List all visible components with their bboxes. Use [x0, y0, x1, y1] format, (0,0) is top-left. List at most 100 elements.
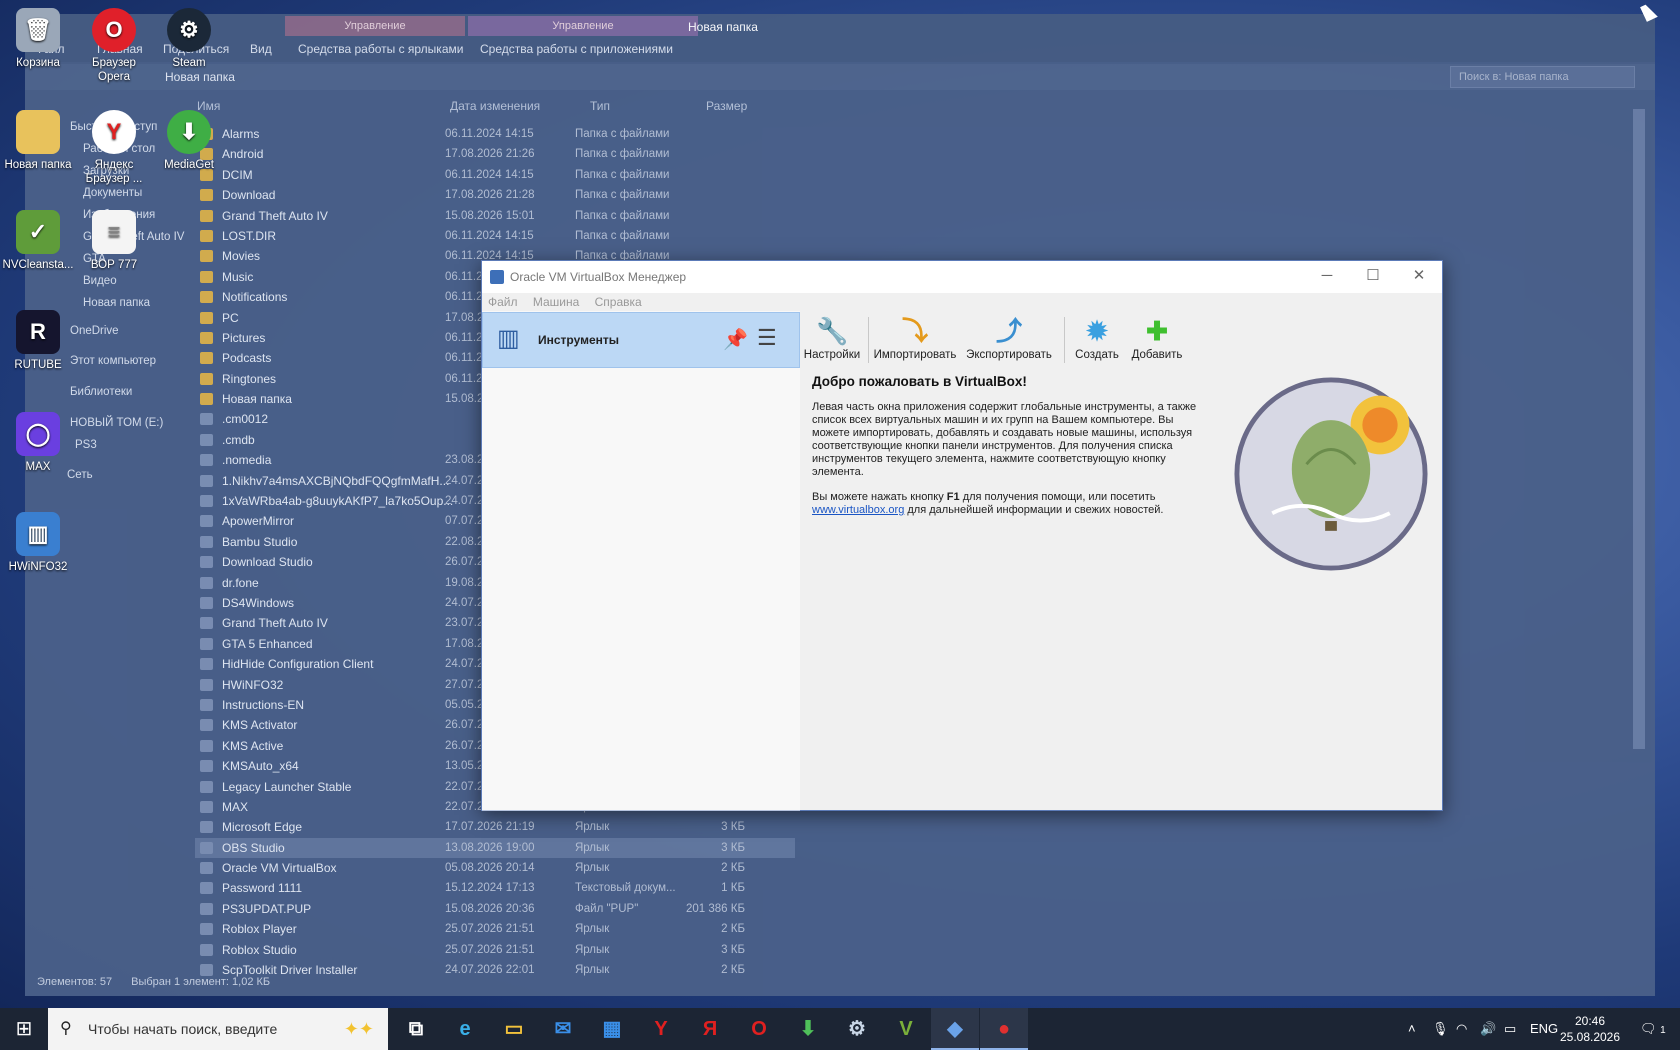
list-menu-icon[interactable]: ☰: [757, 325, 777, 351]
export-button[interactable]: ⤴ Экспортировать: [962, 311, 1056, 369]
add-button[interactable]: ✚ Добавить: [1128, 311, 1186, 369]
pin-icon[interactable]: 📌: [723, 327, 748, 352]
vbox-titlebar[interactable]: Oracle VM VirtualBox Менеджер ─ ☐ ✕: [482, 261, 1442, 293]
ribbon-tab-app-tools[interactable]: Средства работы с приложениями: [480, 42, 673, 56]
battery-icon[interactable]: ▭: [1504, 1008, 1516, 1050]
desktop-icon-new-folder[interactable]: Новая папка: [0, 110, 76, 172]
desktop-icon-mediaget[interactable]: ⬇ MediaGet: [151, 110, 227, 172]
network-icon[interactable]: ◠: [1456, 1008, 1467, 1050]
nav-drive-e[interactable]: НОВЫЙ ТОМ (E:): [70, 414, 163, 432]
file-row[interactable]: Roblox Studio 25.07.2026 21:51 Ярлык 3 КБ: [195, 940, 795, 960]
file-type: Ярлык: [575, 862, 610, 875]
file-row[interactable]: ScpToolkit Driver Installer 24.07.2026 22…: [195, 960, 795, 980]
taskbar-search-input[interactable]: ⚲ Чтобы начать поиск, введите ✦✦: [48, 1008, 388, 1050]
help-text: Вы можете нажать кнопку F1 для получения…: [812, 491, 1164, 516]
explorer-scrollbar[interactable]: [1633, 109, 1645, 749]
yandex-browser-icon[interactable]: Y: [637, 1008, 685, 1050]
desktop-icon-recycle-bin[interactable]: 🗑 Корзина: [0, 8, 76, 70]
file-row[interactable]: Roblox Player 25.07.2026 21:51 Ярлык 2 КБ: [195, 919, 795, 939]
opera-icon: O: [92, 8, 136, 52]
create-button[interactable]: ✹ Создать: [1068, 311, 1126, 369]
nav-documents[interactable]: Документы: [83, 184, 142, 202]
nav-ps3[interactable]: PS3: [75, 436, 97, 454]
column-size[interactable]: Размер: [706, 99, 747, 113]
file-name: .cm0012: [222, 412, 269, 427]
explorer-search-input[interactable]: Поиск в: Новая папка: [1450, 66, 1635, 88]
nvidia-icon[interactable]: V: [882, 1008, 930, 1050]
minimize-icon[interactable]: ─: [1304, 261, 1350, 293]
column-date[interactable]: Дата изменения: [450, 99, 540, 113]
tray-overflow-icon[interactable]: ˄: [1408, 1008, 1416, 1050]
nav-new-folder[interactable]: Новая папка: [83, 294, 150, 312]
store-icon[interactable]: ▦: [588, 1008, 636, 1050]
settings-button[interactable]: 🔧 Настройки: [802, 311, 862, 369]
menu-file[interactable]: Файл: [488, 295, 518, 309]
maximize-icon[interactable]: ☐: [1350, 261, 1396, 293]
notification-icon[interactable]: 🗨 1: [1640, 1008, 1666, 1050]
file-row[interactable]: Alarms 06.11.2024 14:15 Папка с файлами: [195, 124, 795, 144]
file-icon: [200, 739, 213, 752]
virtualbox-link[interactable]: www.virtualbox.org: [812, 504, 904, 516]
windows-start-icon[interactable]: ⊞: [0, 1008, 48, 1050]
file-row[interactable]: DCIM 06.11.2024 14:15 Папка с файлами: [195, 165, 795, 185]
close-icon[interactable]: ✕: [1396, 261, 1442, 293]
desktop-icon-steam[interactable]: ⚙ Steam: [151, 8, 227, 70]
context-tab-manage-app[interactable]: Управление: [468, 16, 698, 36]
yandex-icon[interactable]: Я: [686, 1008, 734, 1050]
file-row[interactable]: PS3UPDAT.PUP 15.08.2026 20:36 Файл "PUP" 20…: [195, 899, 795, 919]
desktop-icon-hwinfo[interactable]: ▥ HWiNFO32: [0, 512, 76, 574]
file-icon: [200, 658, 213, 671]
file-row[interactable]: Download 17.08.2026 21:28 Папка с файлами: [195, 185, 795, 205]
file-row[interactable]: Oracle VM VirtualBox 05.08.2026 20:14 Ярлы…: [195, 858, 795, 878]
nav-this-pc[interactable]: Этот компьютер: [70, 352, 156, 370]
virtualbox-icon[interactable]: ◆: [931, 1008, 979, 1050]
desktop-icon-yandex[interactable]: Y Яндекс Браузер ...: [76, 110, 152, 186]
context-tab-manage-shortcut[interactable]: Управление: [285, 16, 465, 36]
file-size: 3 КБ: [721, 841, 745, 854]
file-date: 17.08.2026 21:28: [445, 189, 535, 202]
edge-icon[interactable]: e: [441, 1008, 489, 1050]
desktop-icon-rutube[interactable]: R RUTUBE: [0, 310, 76, 372]
nav-video[interactable]: Видео: [83, 272, 117, 290]
file-name: Instructions-EN: [222, 697, 305, 712]
opera-icon[interactable]: O: [735, 1008, 783, 1050]
clock[interactable]: 20:46 25.08.2026: [1555, 1013, 1625, 1045]
file-name: Music: [222, 269, 254, 284]
file-icon: [200, 433, 213, 446]
column-type[interactable]: Тип: [590, 99, 610, 113]
file-row[interactable]: LOST.DIR 06.11.2024 14:15 Папка с файлами: [195, 226, 795, 246]
language-indicator[interactable]: ENG: [1530, 1008, 1558, 1050]
steam-icon[interactable]: ⚙: [833, 1008, 881, 1050]
file-icon: [200, 576, 213, 589]
file-row[interactable]: Password 1111 15.12.2024 17:13 Текстовый д…: [195, 878, 795, 898]
file-type: Папка с файлами: [575, 128, 670, 140]
file-row[interactable]: Grand Theft Auto IV 15.08.2026 15:01 Папка…: [195, 206, 795, 226]
menu-machine[interactable]: Машина: [533, 295, 579, 309]
ribbon-tab-shortcut-tools[interactable]: Средства работы с ярлыками: [298, 42, 463, 56]
file-icon: [200, 821, 213, 834]
desktop-icon-max[interactable]: ◯ MAX: [0, 412, 76, 474]
desktop-icon-opera[interactable]: O Браузер Opera: [76, 8, 152, 84]
volume-icon[interactable]: 🔊: [1480, 1008, 1496, 1050]
desktop-icon-document[interactable]: ≡ ВОР 777: [76, 210, 152, 272]
vbox-tools-item[interactable]: ▥ Инструменты 📌 ☰: [482, 312, 800, 368]
file-row[interactable]: OBS Studio 13.08.2026 19:00 Ярлык 3 КБ: [195, 837, 795, 859]
microphone-icon[interactable]: 🎙: [1432, 1008, 1449, 1050]
task-view-icon[interactable]: ⧉: [392, 1008, 440, 1050]
ribbon-tab-view[interactable]: Вид: [250, 42, 272, 56]
desktop-icon-nvcleanstall[interactable]: ✓ NVCleansta...: [0, 210, 76, 272]
file-row[interactable]: Android 17.08.2026 21:26 Папка с файлами: [195, 144, 795, 164]
explorer-icon[interactable]: ▭: [490, 1008, 538, 1050]
breadcrumb[interactable]: Новая папка: [165, 70, 235, 84]
mail-icon[interactable]: ✉: [539, 1008, 587, 1050]
nav-onedrive[interactable]: OneDrive: [70, 322, 119, 340]
nav-libraries[interactable]: Библиотеки: [70, 383, 132, 401]
file-icon: [200, 474, 213, 487]
import-button[interactable]: ⤵ Импортировать: [872, 311, 958, 369]
obs-icon[interactable]: ●: [980, 1008, 1028, 1050]
menu-help[interactable]: Справка: [595, 295, 642, 309]
mediaget-icon[interactable]: ⬇: [784, 1008, 832, 1050]
file-row[interactable]: Microsoft Edge 17.07.2026 21:19 Ярлык 3 КБ: [195, 817, 795, 837]
file-icon: [200, 617, 213, 630]
file-name: Microsoft Edge: [222, 820, 303, 835]
